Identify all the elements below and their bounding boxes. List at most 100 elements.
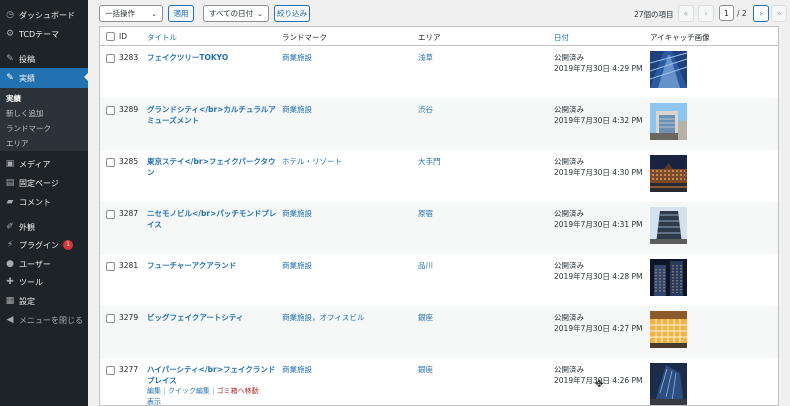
area-link[interactable]: 浅草 (418, 52, 433, 63)
menu-label: 固定ページ (19, 178, 59, 188)
menu-pages[interactable]: ▤ 固定ページ (0, 174, 88, 192)
post-id: 3289 (119, 105, 139, 114)
trash-link[interactable]: ゴミ箱へ移動 (217, 387, 259, 395)
row-checkbox[interactable] (106, 210, 115, 219)
menu-users[interactable]: ● ユーザー (0, 255, 88, 273)
table-row: 3285 東京ステイ</br>フェイクパークタウン ホテル・リゾート 大手門 公… (100, 150, 778, 202)
area-link[interactable]: 渋谷 (418, 104, 433, 115)
menu-posts[interactable]: ✎ 投稿 (0, 50, 88, 68)
post-id: 3277 (119, 365, 139, 374)
edit-link[interactable]: 編集 (147, 387, 161, 395)
menu-works[interactable]: ✎ 実績 (0, 68, 88, 88)
column-thumbnail: アイキャッチ画像 (650, 33, 710, 42)
menu-appearance[interactable]: ✐ 外観 (0, 218, 88, 236)
chevron-down-icon: ⌄ (151, 9, 157, 18)
thumbnail-image (650, 103, 687, 140)
chevron-down-icon: ⌄ (257, 9, 263, 18)
collapse-menu-button[interactable]: ◀ メニューを閉じる (0, 311, 88, 329)
column-id: ID (119, 32, 127, 41)
filter-button[interactable]: 絞り込み (274, 5, 310, 22)
row-checkbox[interactable] (106, 366, 115, 375)
post-datetime: 2019年7月30日 4:29 PM (554, 64, 643, 73)
brush-icon: ✐ (6, 221, 14, 232)
table-row: 3287 ニセモノビル</br>パッチモンドプレイス 商業施設 原宿 公開済み 2… (100, 202, 778, 254)
thumbnail-image (650, 311, 687, 348)
submenu-landmark[interactable]: ランドマーク (6, 123, 51, 134)
select-all-checkbox[interactable] (106, 32, 115, 41)
menu-label: TCDテーマ (19, 29, 60, 39)
row-checkbox[interactable] (106, 262, 115, 271)
post-title-link[interactable]: グランドシティ</br>カルチュラルアミューズメント (147, 104, 277, 126)
view-link[interactable]: 表示 (147, 398, 161, 405)
submenu-add-new[interactable]: 新しく追加 (6, 108, 44, 119)
post-date: 公開済み 2019年7月30日 4:31 PM (554, 208, 664, 230)
area-link[interactable]: 大手門 (418, 156, 441, 167)
menu-plugins[interactable]: ⚡ プラグイン 1 (0, 236, 88, 254)
menu-media[interactable]: ▣ メディア (0, 155, 88, 173)
post-id: 3281 (119, 261, 139, 270)
column-landmark: ランドマーク (282, 33, 327, 42)
menu-label: コメント (19, 197, 51, 207)
menu-dashboard[interactable]: ◷ ダッシュボード (0, 6, 88, 24)
date-filter-select[interactable]: すべての日付 ⌄ (203, 5, 269, 22)
menu-label: 実績 (19, 73, 35, 83)
dashboard-icon: ◷ (6, 9, 14, 20)
post-title-link[interactable]: フューチャーアクアランド (147, 260, 277, 271)
post-status: 公開済み (554, 313, 584, 322)
pin-icon: ✎ (6, 53, 14, 64)
works-submenu: 実績 新しく追加 ランドマーク エリア (0, 88, 88, 151)
post-title-link[interactable]: ハイパーシティ</br>フェイクランドプレイス (147, 364, 277, 386)
area-link[interactable]: 原宿 (418, 208, 433, 219)
post-status: 公開済み (554, 209, 584, 218)
post-id: 3279 (119, 313, 139, 322)
apply-button[interactable]: 適用 (168, 5, 194, 22)
wrench-icon: ✚ (6, 276, 14, 287)
first-page-button: « (678, 5, 694, 22)
area-link[interactable]: 品川 (418, 260, 433, 271)
landmark-link[interactable]: 商業施設 (282, 260, 312, 271)
landmark-link[interactable]: ホテル・リゾート (282, 156, 342, 167)
post-title-link[interactable]: ビッグフェイクアートシティ (147, 312, 277, 323)
table-row: 3283 フェイクツリーTOKYO 商業施設 浅草 公開済み 2019年7月30日… (100, 46, 778, 98)
main-content: 一括操作 ⌄ 適用 すべての日付 ⌄ 絞り込み 27個の項目 « ‹ 1 / 2 ›… (88, 0, 790, 406)
post-id: 3287 (119, 209, 139, 218)
landmark-link[interactable]: 商業施設 (282, 104, 312, 115)
item-count: 27個の項目 (634, 10, 674, 19)
settings-icon: ▦ (5, 295, 15, 306)
column-date[interactable]: 日付 (554, 32, 569, 43)
submenu-works-list[interactable]: 実績 (6, 93, 21, 104)
column-title[interactable]: タイトル (147, 32, 177, 43)
landmark-link[interactable]: 商業施設 (282, 52, 312, 63)
table-header: ID タイトル ランドマーク エリア 日付 アイキャッチ画像 (100, 27, 778, 46)
landmark-link[interactable]: 商業施設 (282, 208, 312, 219)
post-title-link[interactable]: ニセモノビル</br>パッチモンドプレイス (147, 208, 277, 230)
area-link[interactable]: 銀座 (418, 312, 433, 323)
next-page-button[interactable]: › (753, 5, 769, 22)
post-status: 公開済み (554, 261, 584, 270)
post-id: 3285 (119, 157, 139, 166)
row-checkbox[interactable] (106, 158, 115, 167)
bulk-action-select[interactable]: 一括操作 ⌄ (99, 5, 163, 22)
post-datetime: 2019年7月30日 4:32 PM (554, 116, 643, 125)
landmark-link[interactable]: 商業施設 (282, 364, 312, 375)
submenu-area[interactable]: エリア (6, 138, 29, 149)
menu-tcd-theme[interactable]: ⚙ TCDテーマ (0, 25, 88, 43)
plugin-icon: ⚡ (6, 239, 14, 250)
landmark-link[interactable]: 商業施設，オフィスビル (282, 312, 364, 323)
menu-comments[interactable]: ▰ コメント (0, 193, 88, 211)
thumbnail-image (650, 51, 687, 88)
last-page-button[interactable]: » (771, 5, 787, 22)
quick-edit-link[interactable]: クイック編集 (168, 387, 210, 395)
current-page-input[interactable]: 1 (719, 5, 734, 21)
menu-label: メディア (19, 159, 51, 169)
menu-tools[interactable]: ✚ ツール (0, 273, 88, 291)
post-datetime: 2019年7月30日 4:28 PM (554, 272, 643, 281)
row-checkbox[interactable] (106, 54, 115, 63)
menu-settings[interactable]: ▦ 設定 (0, 292, 88, 310)
row-checkbox[interactable] (106, 314, 115, 323)
post-title-link[interactable]: フェイクツリーTOKYO (147, 52, 277, 63)
area-link[interactable]: 銀座 (418, 364, 433, 375)
user-icon: ● (6, 258, 14, 269)
post-title-link[interactable]: 東京ステイ</br>フェイクパークタウン (147, 156, 277, 178)
row-checkbox[interactable] (106, 106, 115, 115)
